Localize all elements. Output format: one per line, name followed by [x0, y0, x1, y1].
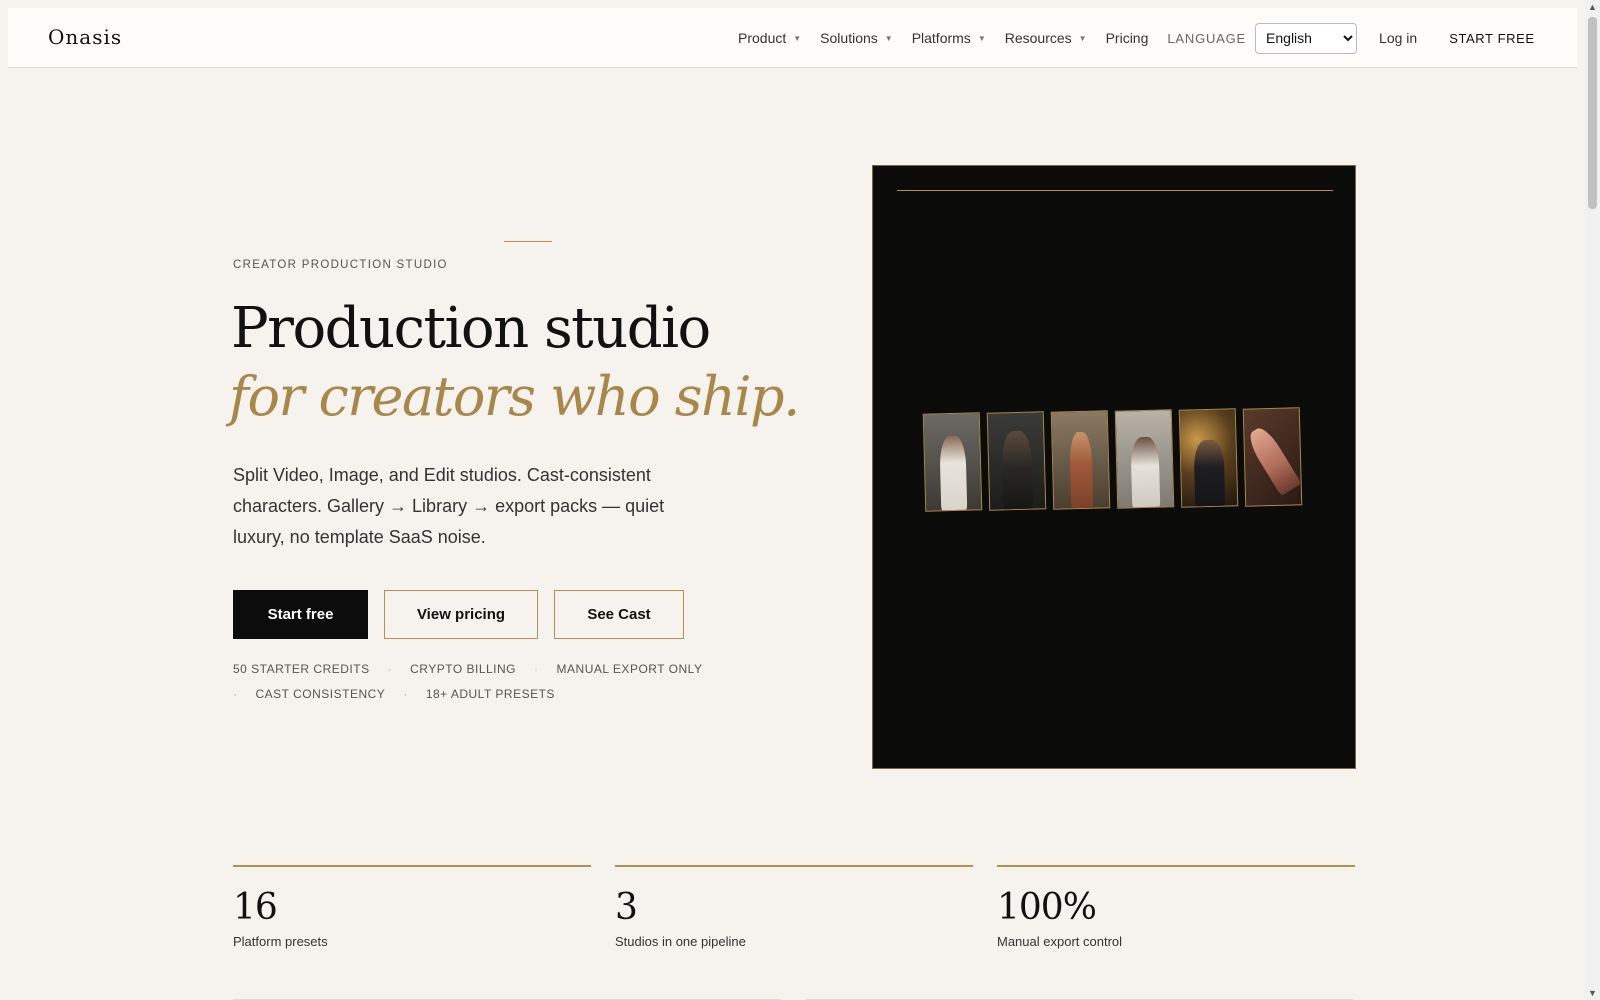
- view-pricing-button[interactable]: View pricing: [384, 590, 538, 639]
- vertical-scrollbar[interactable]: ▲ ▼: [1585, 0, 1600, 1000]
- login-link[interactable]: Log in: [1379, 30, 1417, 46]
- stat-value: 100%: [997, 887, 1097, 928]
- nav-item-pricing[interactable]: Pricing: [1106, 30, 1149, 46]
- stat-card: 100% Manual export control: [997, 865, 1355, 949]
- stat-label: Manual export control: [997, 934, 1123, 949]
- scroll-down-icon[interactable]: ▼: [1588, 988, 1597, 998]
- language-select[interactable]: English: [1255, 22, 1358, 54]
- feature-item: CAST CONSISTENCY: [255, 687, 386, 701]
- caret-down-icon: ▼: [1078, 33, 1087, 43]
- language-label: LANGUAGE: [1167, 30, 1247, 46]
- hero-lead: Split Video, Image, and Edit studios. Ca…: [233, 465, 665, 547]
- nav-item-platforms[interactable]: Platforms ▼: [912, 30, 986, 46]
- separator-dot: ·: [387, 662, 393, 676]
- nav-item-label: Product: [738, 30, 787, 46]
- photo-thumbnail: [1178, 408, 1239, 508]
- separator-dot: ·: [534, 662, 539, 676]
- nav-item-resources[interactable]: Resources ▼: [1005, 30, 1087, 46]
- logo[interactable]: Onasis: [48, 25, 122, 49]
- stat-label: Studios in one pipeline: [615, 934, 746, 949]
- feature-item: 50 STARTER CREDITS: [233, 662, 370, 676]
- stat-value: 16: [233, 887, 278, 928]
- photo-thumbnail: [986, 411, 1047, 511]
- separator-dot: ·: [403, 687, 408, 701]
- hero-eyebrow: CREATOR PRODUCTION STUDIO: [233, 259, 448, 271]
- separator-dot: ·: [233, 687, 238, 701]
- nav-item-label: Resources: [1004, 30, 1072, 46]
- start-free-nav-button[interactable]: START FREE: [1449, 31, 1534, 46]
- top-navigation-bar: Onasis Product ▼ Solutions ▼ Platforms ▼…: [8, 8, 1577, 68]
- start-free-button[interactable]: Start free: [233, 590, 368, 639]
- caret-down-icon: ▼: [884, 33, 893, 43]
- photo-thumbnail: [1050, 410, 1111, 510]
- nav-item-label: Platforms: [911, 30, 971, 46]
- eyebrow-divider: [504, 241, 552, 242]
- feature-item: MANUAL EXPORT ONLY: [556, 662, 703, 676]
- main-nav: Product ▼ Solutions ▼ Platforms ▼ Resour…: [738, 8, 1535, 68]
- nav-item-label: Solutions: [820, 30, 878, 46]
- stat-card: 16 Platform presets: [233, 865, 591, 949]
- see-cast-button[interactable]: See Cast: [554, 590, 684, 639]
- stat-card: 3 Studios in one pipeline: [615, 865, 973, 949]
- hero-showcase: [872, 165, 1356, 769]
- scroll-up-icon[interactable]: ▲: [1588, 2, 1597, 12]
- nav-item-solutions[interactable]: Solutions ▼: [820, 30, 893, 46]
- scroll-thumb[interactable]: [1588, 17, 1597, 209]
- nav-item-product[interactable]: Product ▼: [738, 30, 801, 46]
- hero-headline-italic: for creators who ship.: [229, 365, 800, 428]
- stat-divider: [997, 865, 1355, 867]
- stat-value: 3: [615, 887, 638, 928]
- feature-list: 50 STARTER CREDITS · CRYPTO BILLING · MANUAL…: [233, 657, 733, 707]
- page: Onasis Product ▼ Solutions ▼ Platforms ▼…: [0, 0, 1585, 1000]
- photo-thumbnail: [1242, 407, 1303, 507]
- stat-divider: [615, 865, 973, 867]
- hero-cta-row: Start free View pricing See Cast: [233, 590, 700, 639]
- caret-down-icon: ▼: [793, 33, 802, 43]
- showcase-divider: [897, 190, 1333, 191]
- photo-thumbnail: [922, 412, 983, 512]
- caret-down-icon: ▼: [977, 33, 986, 43]
- feature-item: CRYPTO BILLING: [410, 662, 517, 676]
- nav-item-label: Pricing: [1105, 30, 1149, 46]
- stat-label: Platform presets: [233, 934, 328, 949]
- photo-strip: [922, 407, 1308, 512]
- hero-headline: Production studio: [231, 296, 711, 361]
- stat-divider: [233, 865, 591, 867]
- feature-item: 18+ ADULT PRESETS: [425, 687, 555, 701]
- photo-thumbnail: [1114, 409, 1175, 509]
